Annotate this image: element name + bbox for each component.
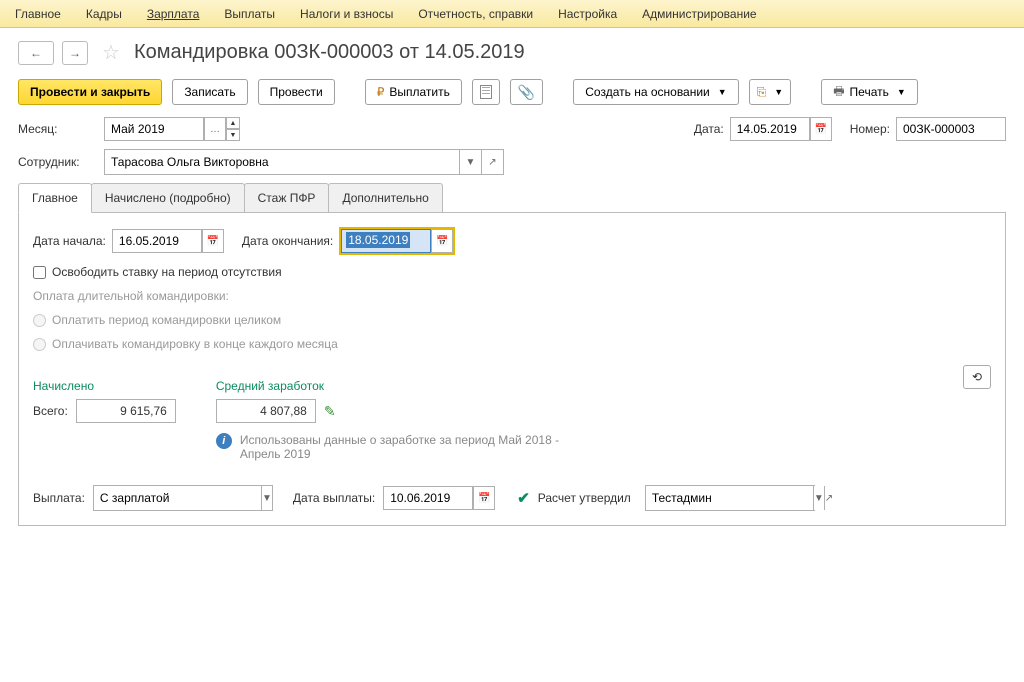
- payout-select[interactable]: [94, 486, 261, 510]
- payout-date-label: Дата выплаты:: [293, 491, 375, 505]
- date-input[interactable]: [730, 117, 810, 141]
- long-trip-opt2-label: Оплачивать командировку в конце каждого …: [52, 337, 338, 351]
- topmenu-reports[interactable]: Отчетность, справки: [418, 7, 533, 21]
- free-rate-checkbox[interactable]: [33, 266, 46, 279]
- month-spinner: ▲ ▼: [226, 117, 240, 141]
- long-trip-radio-monthly: [33, 338, 46, 351]
- save-button[interactable]: Записать: [172, 79, 247, 105]
- month-input[interactable]: [104, 117, 204, 141]
- total-label: Всего:: [33, 404, 68, 418]
- pay-button[interactable]: ₽Выплатить: [365, 79, 462, 105]
- topmenu-settings[interactable]: Настройка: [558, 7, 617, 21]
- free-rate-label: Освободить ставку на период отсутствия: [52, 265, 282, 279]
- copy-button[interactable]: ⎘▼: [749, 79, 792, 105]
- toolbar: Провести и закрыть Записать Провести ₽Вы…: [0, 73, 1024, 111]
- month-down-button[interactable]: ▼: [226, 129, 240, 141]
- start-date-calendar-button[interactable]: 📅: [202, 229, 224, 253]
- form: Месяц: … ▲ ▼ Дата: 📅 Номер: Сотрудник: ▼…: [0, 111, 1024, 532]
- approver-open-button[interactable]: ↗: [824, 486, 833, 510]
- paperclip-icon: 📎: [518, 84, 535, 101]
- tabs: Главное Начислено (подробно) Стаж ПФР До…: [18, 183, 1006, 213]
- employee-input[interactable]: [105, 150, 459, 174]
- number-input[interactable]: [896, 117, 1006, 141]
- info-text: Использованы данные о заработке за перио…: [240, 433, 600, 461]
- approver-input[interactable]: [646, 486, 813, 510]
- attach-button[interactable]: 📎: [510, 79, 543, 105]
- approve-label: Расчет утвердил: [538, 491, 631, 505]
- navbar: ← → ☆ Командировка 00ЗК-000003 от 14.05.…: [0, 28, 1024, 73]
- long-trip-radio-whole: [33, 314, 46, 327]
- employee-dropdown-button[interactable]: ▼: [459, 150, 481, 174]
- month-picker-button[interactable]: …: [204, 117, 226, 141]
- long-trip-header: Оплата длительной командировки:: [33, 289, 991, 303]
- nav-back-button[interactable]: ←: [18, 41, 54, 65]
- chevron-down-icon: ▼: [718, 87, 727, 97]
- payout-date-input[interactable]: [383, 486, 473, 510]
- create-based-button[interactable]: Создать на основании▼: [573, 79, 738, 105]
- tab-additional[interactable]: Дополнительно: [328, 183, 442, 212]
- post-button[interactable]: Провести: [258, 79, 335, 105]
- pencil-icon[interactable]: ✎: [324, 403, 336, 420]
- nav-forward-button[interactable]: →: [62, 41, 88, 65]
- document-icon: [480, 85, 492, 99]
- topmenu-main[interactable]: Главное: [15, 7, 61, 21]
- end-date-input[interactable]: 18.05.2019: [341, 229, 431, 253]
- topmenu-payouts[interactable]: Выплаты: [224, 7, 275, 21]
- topmenu-taxes[interactable]: Налоги и взносы: [300, 7, 393, 21]
- info-icon: i: [216, 433, 232, 449]
- page-title: Командировка 00ЗК-000003 от 14.05.2019: [134, 41, 525, 64]
- chevron-down-icon: ▼: [774, 87, 783, 97]
- total-value[interactable]: 9 615,76: [76, 399, 176, 423]
- avg-salary-header: Средний заработок: [216, 379, 600, 393]
- refresh-button[interactable]: ⟲: [963, 365, 991, 389]
- topmenu-salary[interactable]: Зарплата: [147, 7, 200, 21]
- end-date-label: Дата окончания:: [242, 234, 333, 248]
- start-date-input[interactable]: [112, 229, 202, 253]
- tab-main[interactable]: Главное: [18, 183, 92, 213]
- favorite-star-icon[interactable]: ☆: [102, 40, 120, 65]
- tab-pfr[interactable]: Стаж ПФР: [244, 183, 330, 212]
- date-label: Дата:: [694, 122, 724, 136]
- employee-label: Сотрудник:: [18, 155, 98, 169]
- number-label: Номер:: [850, 122, 890, 136]
- payout-date-calendar-button[interactable]: 📅: [473, 486, 495, 510]
- date-calendar-button[interactable]: 📅: [810, 117, 832, 141]
- check-icon: ✔: [517, 489, 530, 507]
- tab-accrued[interactable]: Начислено (подробно): [91, 183, 245, 212]
- print-button[interactable]: 🖶Печать▼: [821, 79, 918, 105]
- printer-icon: 🖶: [833, 82, 844, 103]
- approver-dropdown-button[interactable]: ▼: [813, 486, 824, 510]
- long-trip-opt1-label: Оплатить период командировки целиком: [52, 313, 281, 327]
- month-label: Месяц:: [18, 122, 98, 136]
- copy-icon: ⎘: [757, 85, 767, 100]
- chevron-down-icon: ▼: [897, 87, 906, 97]
- list-button[interactable]: [472, 79, 500, 105]
- submit-close-button[interactable]: Провести и закрыть: [18, 79, 162, 105]
- end-date-calendar-button[interactable]: 📅: [431, 229, 453, 253]
- start-date-label: Дата начала:: [33, 234, 106, 248]
- tab-content-main: Дата начала: 📅 Дата окончания: 18.05.201…: [18, 213, 1006, 526]
- top-menu: Главное Кадры Зарплата Выплаты Налоги и …: [0, 0, 1024, 28]
- month-up-button[interactable]: ▲: [226, 117, 240, 129]
- accrued-header: Начислено: [33, 379, 176, 393]
- money-icon: ₽: [377, 85, 385, 99]
- payout-dropdown-button[interactable]: ▼: [261, 486, 272, 510]
- topmenu-admin[interactable]: Администрирование: [642, 7, 756, 21]
- employee-open-button[interactable]: ↗: [481, 150, 503, 174]
- avg-value[interactable]: 4 807,88: [216, 399, 316, 423]
- topmenu-hr[interactable]: Кадры: [86, 7, 122, 21]
- payout-label: Выплата:: [33, 491, 85, 505]
